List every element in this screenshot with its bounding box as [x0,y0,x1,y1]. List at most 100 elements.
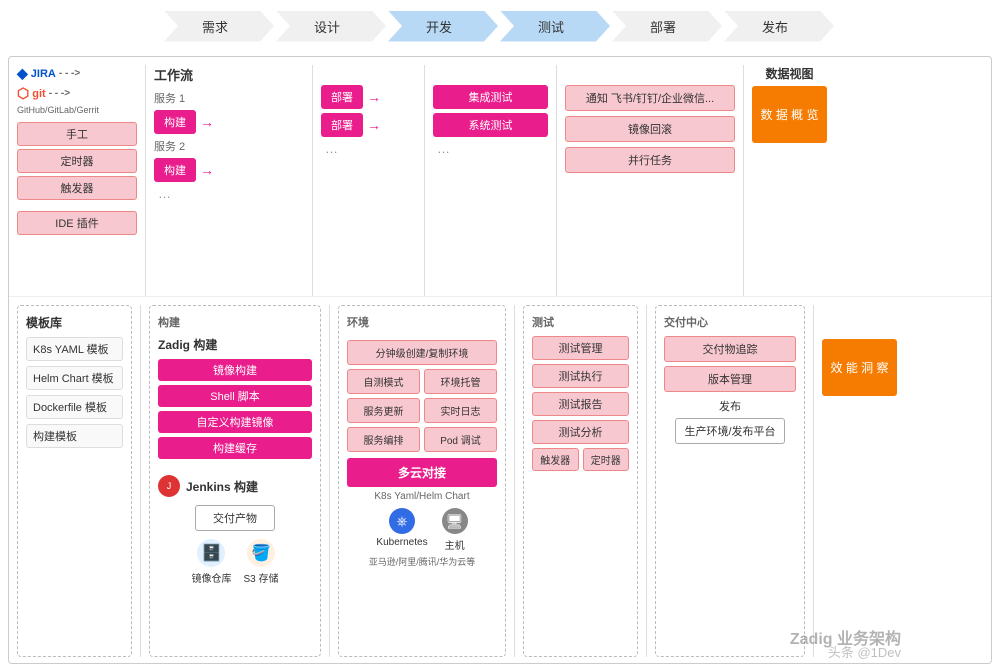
git-label: git [32,88,45,100]
system-test-box: 系统测试 [433,113,548,137]
kubernetes-icon: ⎈ [389,508,415,534]
production-wrapper: 生产环境/发布平台 [664,414,796,444]
top-half: ◆ JIRA - - -> ⬡ git - - -> GitHub/GitLab… [9,57,991,297]
test-execute-item: 测试执行 [532,364,629,388]
pipeline-test: 测试 [500,11,610,42]
publish-text: 发布 [664,398,796,414]
multi-cloud-btn: 多云对接 [347,458,497,487]
parallel-task-box: 并行任务 [565,147,735,173]
env-item-pod: Pod 调试 [424,427,497,452]
github-label: GitHub/GitLab/Gerrit [17,105,137,115]
version-manage-item: 版本管理 [664,366,796,392]
delivery-top-col: 通知 飞书/钉钉/企业微信... 镜像回滚 并行任务 [565,65,735,296]
pipeline-step-3: 开发 [388,11,500,42]
pipeline-deploy: 部署 [612,11,722,42]
deploy-row-2: 部署 → [321,113,416,137]
pipeline-release: 发布 [724,11,834,42]
pipeline-step-5: 部署 [612,11,724,42]
image-repo-label: 镜像仓库 [191,570,231,585]
k8s-helm-text: K8s Yaml/Helm Chart [347,491,497,502]
deploy-box-1: 部署 [321,85,363,109]
custom-image-item: 自定义构建镜像 [158,411,312,433]
build-box-2: 构建 [154,158,196,182]
service2-row: 构建 → [154,158,304,182]
pipeline-dev: 开发 [388,11,498,42]
production-box: 生产环境/发布平台 [675,418,784,444]
arrow-2: → [200,162,214,178]
divider-7 [329,305,330,657]
timer-item: 定时器 [583,448,630,471]
env-item-arrange: 服务编排 [347,427,420,452]
image-repo-icon: 🗄️ [197,539,225,567]
data-view-title: 数据视图 [752,65,827,82]
integration-test-row: 集成测试 [433,85,548,109]
arrow-4: → [367,117,381,133]
test-col: 集成测试 系统测试 … [433,65,548,296]
delivery-top-items: 通知 飞书/钉钉/企业微信... 镜像回滚 并行任务 [565,85,735,173]
delivery-product-box: 交付产物 [195,505,275,531]
workflow-col: 工作流 服务 1 构建 → 服务 2 构建 → … [154,65,304,296]
cloud-providers-text: 亚马逊/阿里/腾讯/华为云等 [347,555,497,568]
service1-label: 服务 1 [154,90,304,106]
data-overview-btn: 数 据 概 览 [752,86,827,143]
jira-diamond-icon: ◆ [17,65,28,82]
image-repo-item: 🗄️ 镜像仓库 [191,539,231,585]
divider-10 [813,305,814,657]
deploy-row-1: 部署 → [321,85,416,109]
image-build-item: 镜像构建 [158,359,312,381]
shell-script-item: Shell 脚本 [158,385,312,407]
git-icon: ⬡ [17,85,29,102]
env-bottom-section: 环境 分钟级创建/复制环境 自测模式 环境托管 服务更新 实时日志 服务编排 P… [338,305,506,657]
jira-row: ◆ JIRA - - -> [17,65,137,82]
divider-6 [140,305,141,657]
test-items-bottom: 测试管理 测试执行 测试报告 测试分析 [532,336,629,444]
ide-plugin-btn: IDE 插件 [17,211,137,235]
timer-trigger: 定时器 [17,149,137,173]
pipeline-design: 设计 [276,11,386,42]
pipeline-bar: 需求 设计 开发 测试 部署 发布 [0,0,1000,52]
divider-9 [646,305,647,657]
zadig-build-title: Zadig 构建 [158,336,312,353]
template-items: K8s YAML 模板 Helm Chart 模板 Dockerfile 模板 … [26,337,123,448]
test-section-title: 测试 [532,314,629,330]
build-bottom-section: 构建 Zadig 构建 镜像构建 Shell 脚本 自定义构建镜像 构建缓存 J… [149,305,321,657]
bottom-half: 模板库 K8s YAML 模板 Helm Chart 模板 Dockerfile… [9,297,991,664]
s3-label: S3 存储 [243,570,278,585]
jenkins-row: J Jenkins 构建 [158,475,312,497]
git-dots: - - -> [49,88,70,99]
service2-label: 服务 2 [154,138,304,154]
delivery-track-item: 交付物追踪 [664,336,796,362]
template-lib-title: 模板库 [26,314,123,331]
env-item-update: 服务更新 [347,398,420,423]
env-section-title: 环境 [347,314,497,330]
trigger-item: 触发器 [532,448,579,471]
host-item: 🖥 主机 [442,508,468,552]
host-icon: 🖥 [442,508,468,534]
template-lib-section: 模板库 K8s YAML 模板 Helm Chart 模板 Dockerfile… [17,305,132,657]
build-box-1: 构建 [154,110,196,134]
delivery-bottom-section: 交付中心 交付物追踪 版本管理 发布 生产环境/发布平台 [655,305,805,657]
test-report-item: 测试报告 [532,392,629,416]
workflow-title: 工作流 [154,65,304,84]
divider-5 [743,65,744,296]
kubernetes-item: ⎈ Kubernetes [376,508,427,552]
build-cache-item: 构建缓存 [158,437,312,459]
divider-4 [556,65,557,296]
left-triggers: ◆ JIRA - - -> ⬡ git - - -> GitHub/GitLab… [17,65,137,296]
delivery-product-wrapper: 交付产物 [158,501,312,531]
arrow-3: → [367,89,381,105]
main-container: ◆ JIRA - - -> ⬡ git - - -> GitHub/GitLab… [8,56,992,664]
k8s-icons-row: ⎈ Kubernetes 🖥 主机 [347,508,497,552]
build-section-title: 构建 [158,314,312,330]
pipeline-step-4: 测试 [500,11,612,42]
delivery-items: 交付物追踪 版本管理 [664,336,796,392]
env-item-minute: 分钟级创建/复制环境 [347,340,497,365]
build-items: 镜像构建 Shell 脚本 自定义构建镜像 构建缓存 [158,359,312,459]
template-k8s: K8s YAML 模板 [26,337,123,361]
deploy-col: 部署 → 部署 → … [321,65,416,296]
arrow-1: → [200,114,214,130]
test-bottom-section: 测试 测试管理 测试执行 测试报告 测试分析 触发器 定时器 [523,305,638,657]
perf-insight-btn: 效 能 洞 察 [822,339,897,396]
divider-2 [312,65,313,296]
jira-label: JIRA [31,68,56,80]
